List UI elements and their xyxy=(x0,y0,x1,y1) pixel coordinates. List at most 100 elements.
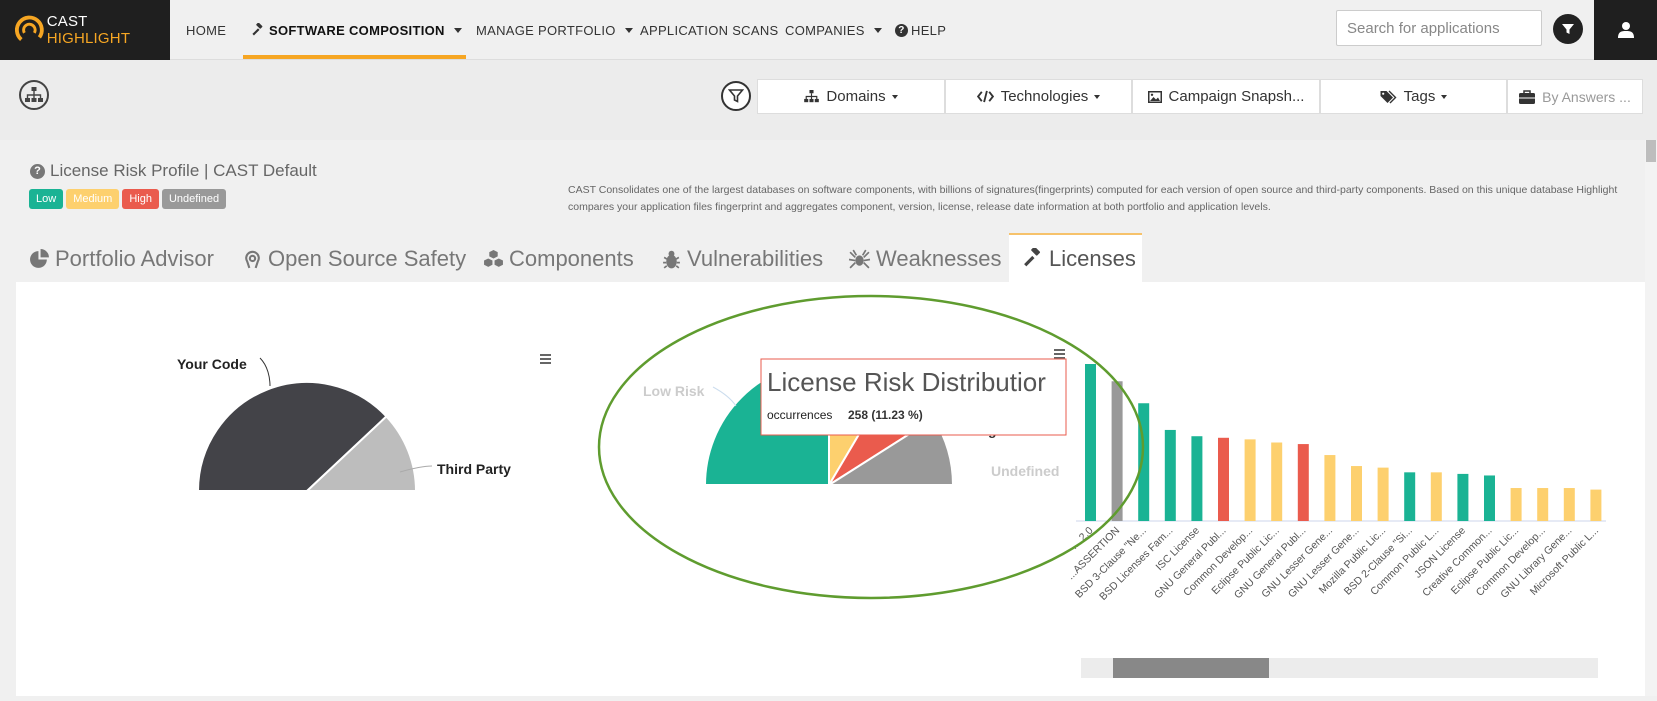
license-risk-profile-title: ? License Risk Profile | CAST Default xyxy=(30,161,317,181)
domains-filter-button[interactable]: Domains xyxy=(757,79,945,114)
active-nav-indicator xyxy=(243,55,466,59)
tab-licenses-label: Licenses xyxy=(1049,245,1136,271)
tooltip-title: License Risk Distributior xyxy=(767,367,1046,397)
nav-companies[interactable]: COMPANIES xyxy=(785,0,882,60)
license-bar-chart: ... 2.0...ASSERTIONBSD 3-Clause "Ne...BS… xyxy=(1065,364,1606,603)
sitemap-icon xyxy=(25,87,43,102)
chevron-down-icon xyxy=(1094,94,1101,99)
license-bar-19[interactable] xyxy=(1590,489,1602,521)
tab-licenses[interactable]: Licenses xyxy=(1009,233,1142,282)
license-risk-profile-text: License Risk Profile | CAST Default xyxy=(50,161,317,180)
nav-software-composition-label: SOFTWARE COMPOSITION xyxy=(269,22,445,38)
license-bar-16[interactable] xyxy=(1510,488,1522,521)
license-bar-11[interactable] xyxy=(1377,467,1389,521)
chart-menu-icon[interactable] xyxy=(540,354,551,364)
nav-manage-portfolio[interactable]: MANAGE PORTFOLIO xyxy=(476,0,633,60)
license-bar-17[interactable] xyxy=(1537,488,1549,521)
license-bar-10[interactable] xyxy=(1351,466,1362,521)
tooltip-value: 258 (11.23 %) xyxy=(848,408,923,422)
risk-badge-high: High xyxy=(122,189,159,209)
campaign-snapshot-filter-button[interactable]: Campaign Snapsh... xyxy=(1132,79,1320,114)
nav-home[interactable]: HOME xyxy=(186,0,226,60)
tab-components[interactable]: Components xyxy=(483,237,634,281)
your-code-connector xyxy=(259,357,271,387)
answers-filter-label: By Answers ... xyxy=(1542,88,1631,105)
risk-badge-low: Low xyxy=(29,189,64,209)
page-scrollbar-thumb[interactable] xyxy=(1646,140,1656,162)
risk-badge-undefined: Undefined xyxy=(161,189,227,209)
nav-application-scans[interactable]: APPLICATION SCANS xyxy=(640,0,779,60)
nav-help[interactable]: ? HELP xyxy=(895,0,946,60)
technologies-filter-label: Technologies xyxy=(1000,88,1089,105)
tags-filter-button[interactable]: Tags xyxy=(1320,79,1507,114)
tab-portfolio-advisor-label: Portfolio Advisor xyxy=(55,246,214,271)
code-icon xyxy=(976,90,994,103)
tab-portfolio-advisor[interactable]: Portfolio Advisor xyxy=(29,237,214,281)
answers-filter-button[interactable]: By Answers ... xyxy=(1507,79,1643,114)
nav-software-composition[interactable]: SOFTWARE COMPOSITION xyxy=(251,0,462,60)
bug-icon xyxy=(663,250,680,269)
spider-icon xyxy=(848,249,871,268)
chevron-down-icon xyxy=(1441,94,1448,99)
low-risk-connector xyxy=(712,386,737,407)
license-bar-13[interactable] xyxy=(1430,472,1442,521)
brand-logo[interactable]: CAST HIGHLIGHT xyxy=(0,0,170,60)
chevron-down-icon xyxy=(624,27,633,33)
third-party-label: Third Party xyxy=(437,461,511,477)
chart-menu-icon[interactable] xyxy=(1054,349,1065,359)
tab-weaknesses-label: Weaknesses xyxy=(876,246,1002,271)
page-scrollbar[interactable] xyxy=(1645,140,1657,696)
license-bar-9[interactable] xyxy=(1324,455,1336,521)
license-risk-label-3: Undefined xyxy=(991,463,1059,479)
chevron-down-icon xyxy=(873,27,882,33)
sca-description: CAST Consolidates one of the largest dat… xyxy=(568,184,1618,213)
gavel-icon xyxy=(1024,248,1040,267)
filter-icon xyxy=(728,89,744,103)
campaign-snapshot-filter-label: Campaign Snapsh... xyxy=(1168,88,1305,105)
global-filter-button[interactable] xyxy=(1553,14,1583,44)
filter-toggle-button[interactable] xyxy=(721,81,751,111)
tab-components-label: Components xyxy=(509,246,634,271)
user-menu-button[interactable] xyxy=(1594,0,1657,60)
cast-logo-icon xyxy=(14,15,44,45)
technologies-filter-button[interactable]: Technologies xyxy=(945,79,1132,114)
license-bar-3[interactable] xyxy=(1164,429,1176,521)
chevron-down-icon xyxy=(891,94,898,99)
license-bar-5[interactable] xyxy=(1218,437,1229,521)
nav-home-label: HOME xyxy=(186,22,227,38)
tab-weaknesses[interactable]: Weaknesses xyxy=(848,237,1002,281)
license-bar-14[interactable] xyxy=(1457,473,1469,521)
question-icon[interactable]: ? xyxy=(30,163,45,179)
chart-tooltip: License Risk Distributior occurrences 25… xyxy=(760,358,1067,436)
license-bar-0[interactable] xyxy=(1085,364,1096,521)
pie-chart-icon xyxy=(30,248,49,268)
search-input[interactable] xyxy=(1336,10,1542,46)
license-bar-12[interactable] xyxy=(1404,472,1416,521)
bar-chart-scrollbar-thumb[interactable] xyxy=(1113,658,1269,678)
license-bar-6[interactable] xyxy=(1244,439,1256,521)
nav-help-label: HELP xyxy=(911,22,947,38)
risk-badge-medium: Medium xyxy=(66,189,120,209)
tooltip-label: occurrences xyxy=(767,408,832,422)
license-bar-4[interactable] xyxy=(1191,436,1203,521)
license-bar-15[interactable] xyxy=(1484,475,1495,521)
tab-vulnerabilities[interactable]: Vulnerabilities xyxy=(661,237,823,281)
org-chart-button[interactable] xyxy=(19,80,49,110)
license-bar-1[interactable] xyxy=(1111,381,1123,521)
tab-open-source-safety[interactable]: Open Source Safety xyxy=(242,237,466,281)
risk-legend-badges: Low Medium High Undefined xyxy=(29,189,227,209)
user-icon xyxy=(1617,22,1634,38)
image-icon xyxy=(1147,90,1162,103)
nav-manage-portfolio-label: MANAGE PORTFOLIO xyxy=(476,22,616,38)
code-origin-chart: Your Code Third Party xyxy=(177,356,511,492)
briefcase-icon xyxy=(1519,89,1536,104)
license-bar-18[interactable] xyxy=(1563,488,1575,521)
domains-filter-label: Domains xyxy=(826,88,886,105)
sitemap-icon xyxy=(804,90,820,103)
license-bar-7[interactable] xyxy=(1271,442,1283,522)
nav-companies-label: COMPANIES xyxy=(785,22,865,38)
license-risk-label-0: Low Risk xyxy=(643,383,705,399)
license-bar-8[interactable] xyxy=(1297,444,1309,521)
your-code-label: Your Code xyxy=(177,356,247,372)
question-icon: ? xyxy=(895,23,908,37)
